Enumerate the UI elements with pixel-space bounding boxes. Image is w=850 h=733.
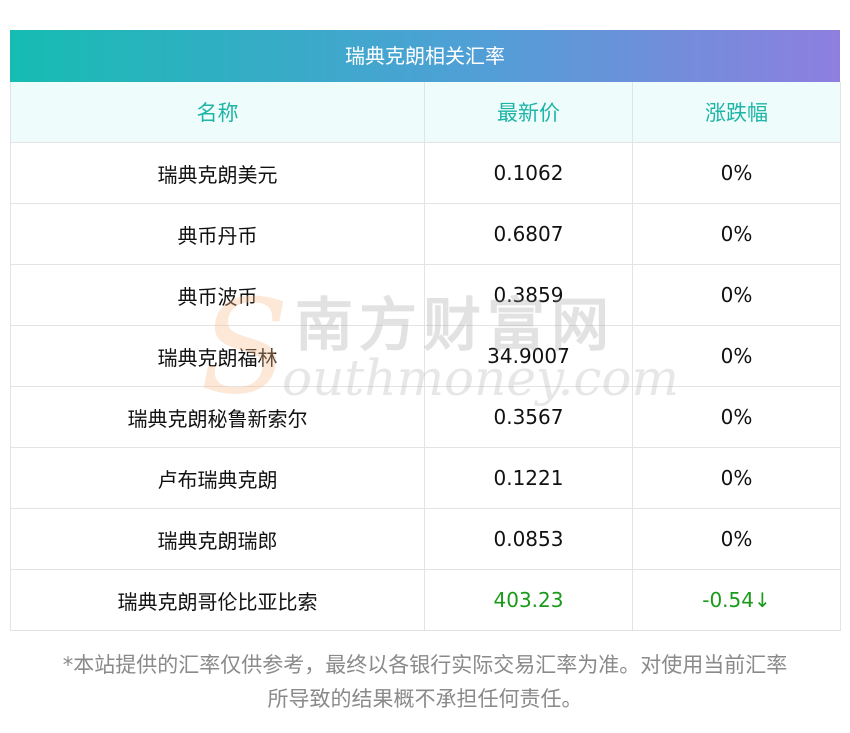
table-row: 卢布瑞典克朗 0.1221 0%	[10, 447, 841, 509]
change-percent: 0%	[632, 203, 841, 265]
table-row: 典币丹币 0.6807 0%	[10, 203, 841, 265]
disclaimer: *本站提供的汇率仅供参考，最终以各银行实际交易汇率为准。对使用当前汇率 所导致的…	[0, 648, 850, 716]
table-row: 瑞典克朗美元 0.1062 0%	[10, 142, 841, 204]
exchange-rate-table: 名称 最新价 涨跌幅 瑞典克朗美元 0.1062 0% 典币丹币 0.6807 …	[10, 82, 841, 631]
change-percent: 0%	[632, 508, 841, 570]
table-row: 瑞典克朗哥伦比亚比索 403.23 -0.54↓	[10, 569, 841, 631]
panel-title: 瑞典克朗相关汇率	[10, 30, 840, 82]
latest-price: 0.3859	[424, 264, 633, 326]
latest-price: 0.1062	[424, 142, 633, 204]
change-percent: 0%	[632, 264, 841, 326]
currency-pair-name[interactable]: 瑞典克朗福林	[10, 325, 425, 387]
change-percent: 0%	[632, 142, 841, 204]
currency-pair-name[interactable]: 卢布瑞典克朗	[10, 447, 425, 509]
currency-pair-name[interactable]: 典币丹币	[10, 203, 425, 265]
table-row: 瑞典克朗瑞郎 0.0853 0%	[10, 508, 841, 570]
table-row: 典币波币 0.3859 0%	[10, 264, 841, 326]
currency-pair-name[interactable]: 瑞典克朗瑞郎	[10, 508, 425, 570]
latest-price: 0.6807	[424, 203, 633, 265]
currency-pair-name[interactable]: 典币波币	[10, 264, 425, 326]
latest-price: 0.3567	[424, 386, 633, 448]
latest-price: 403.23	[424, 569, 633, 631]
change-percent: -0.54↓	[632, 569, 841, 631]
currency-pair-name[interactable]: 瑞典克朗秘鲁新索尔	[10, 386, 425, 448]
currency-pair-name[interactable]: 瑞典克朗哥伦比亚比索	[10, 569, 425, 631]
column-header-name: 名称	[10, 82, 425, 143]
change-percent: 0%	[632, 386, 841, 448]
table-header-row: 名称 最新价 涨跌幅	[10, 82, 841, 143]
column-header-price: 最新价	[424, 82, 633, 143]
latest-price: 0.1221	[424, 447, 633, 509]
table-row: 瑞典克朗秘鲁新索尔 0.3567 0%	[10, 386, 841, 448]
table-row: 瑞典克朗福林 34.9007 0%	[10, 325, 841, 387]
currency-pair-name[interactable]: 瑞典克朗美元	[10, 142, 425, 204]
column-header-change: 涨跌幅	[632, 82, 841, 143]
change-percent: 0%	[632, 325, 841, 387]
latest-price: 34.9007	[424, 325, 633, 387]
disclaimer-line-2: 所导致的结果概不承担任何责任。	[267, 687, 583, 711]
disclaimer-line-1: *本站提供的汇率仅供参考，最终以各银行实际交易汇率为准。对使用当前汇率	[62, 653, 788, 677]
exchange-rate-panel: 瑞典克朗相关汇率 名称 最新价 涨跌幅 瑞典克朗美元 0.1062 0% 典币丹…	[10, 30, 841, 631]
change-percent: 0%	[632, 447, 841, 509]
latest-price: 0.0853	[424, 508, 633, 570]
